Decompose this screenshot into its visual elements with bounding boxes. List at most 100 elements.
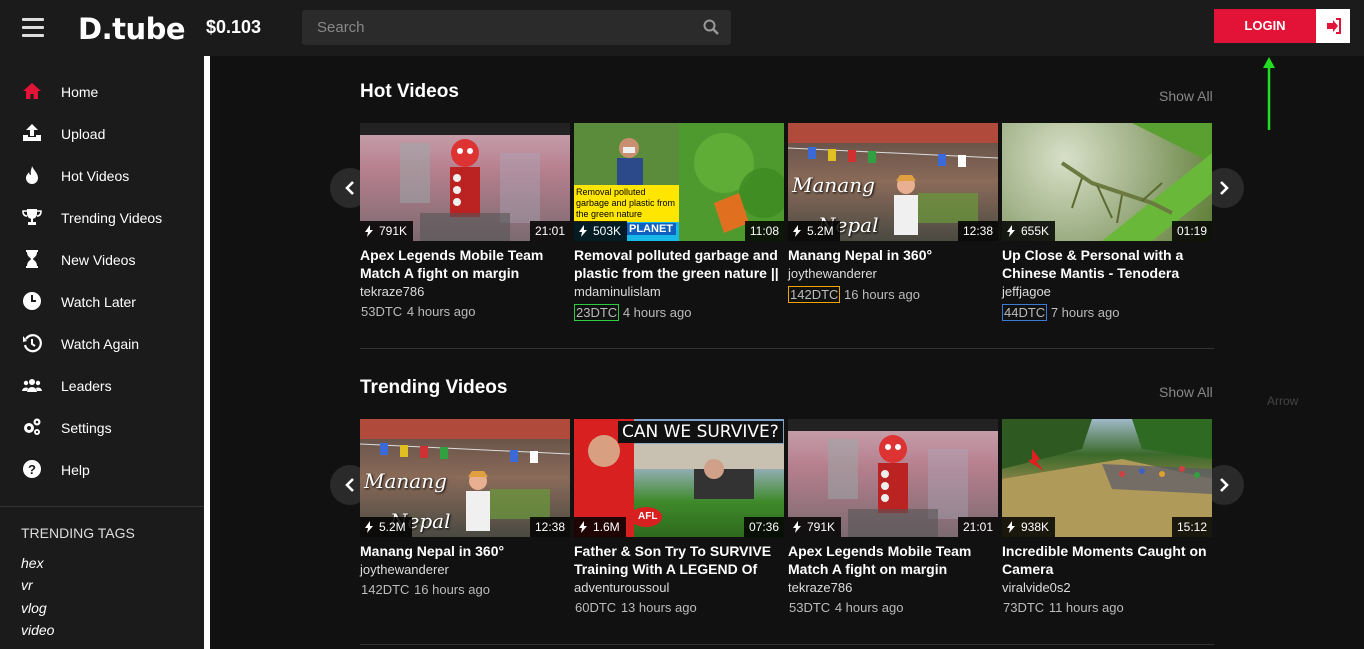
views-badge: 5.2M (788, 221, 840, 241)
video-title[interactable]: Removal polluted garbage and plastic fro… (574, 246, 784, 282)
fire-icon (26, 166, 38, 184)
section-divider (360, 348, 1214, 349)
video-thumbnail[interactable]: Manang Nepal 5.2M 12:38 (788, 123, 998, 241)
video-card[interactable]: 791K 21:01 Apex Legends Mobile Team Matc… (360, 123, 570, 319)
video-card[interactable]: 791K 21:01 Apex Legends Mobile Team Matc… (788, 419, 998, 615)
video-title[interactable]: Up Close & Personal with a Chinese Manti… (1002, 246, 1212, 282)
sidebar-item-help[interactable]: ? Help (0, 449, 204, 491)
thumbnail-caption: Manang (364, 469, 447, 493)
views-badge: 791K (360, 221, 414, 241)
annotation-arrow-icon (1263, 57, 1275, 130)
duration-badge: 15:12 (1171, 517, 1212, 537)
video-author[interactable]: joythewanderer (360, 562, 570, 580)
gears-icon (24, 418, 41, 435)
video-card[interactable]: Removal polluted garbage and plastic fro… (574, 123, 784, 321)
tag-link[interactable]: video (21, 622, 54, 638)
video-time: 4 hours ago (622, 305, 692, 320)
login-button[interactable]: LOGIN (1214, 9, 1316, 43)
section-title-trending-videos: Trending Videos (360, 377, 508, 398)
video-time: 16 hours ago (844, 287, 920, 302)
thumbnail-caption: PLANET (626, 223, 676, 235)
views-badge: 1.6M (574, 517, 626, 537)
video-author[interactable]: mdaminulislam (574, 284, 784, 302)
sidebar-item-settings[interactable]: Settings (0, 407, 204, 449)
search-icon[interactable] (703, 19, 719, 35)
video-author[interactable]: tekraze786 (788, 580, 998, 598)
video-title[interactable]: Incredible Moments Caught on Camera (1002, 542, 1212, 578)
video-meta: 60DTC 13 hours ago (574, 600, 784, 615)
video-card[interactable]: Manang Nepal 5.2M 12:38 Manang Nepal in … (788, 123, 998, 303)
section-divider (360, 644, 1214, 645)
video-card[interactable]: 655K 01:19 Up Close & Personal with a Ch… (1002, 123, 1212, 321)
dtc-value: 53DTC (361, 304, 403, 319)
sidebar-item-watch-again[interactable]: Watch Again (0, 323, 204, 365)
chevron-right-icon (1220, 181, 1229, 195)
video-title[interactable]: Manang Nepal in 360° (360, 542, 570, 560)
video-meta: 142DTC 16 hours ago (360, 582, 570, 597)
sidebar-item-home[interactable]: Home (0, 71, 204, 113)
show-all-trending-link[interactable]: Show All (1159, 384, 1213, 400)
video-time: 4 hours ago (834, 600, 904, 615)
video-author[interactable]: tekraze786 (360, 284, 570, 302)
thumbnail-caption: Removal polluted garbage and plastic fro… (574, 185, 679, 222)
bolt-icon (579, 225, 587, 237)
sidebar-scrollbar[interactable] (204, 56, 210, 649)
show-all-hot-link[interactable]: Show All (1159, 88, 1213, 104)
video-thumbnail[interactable]: CAN WE SURVIVE? AFL 1.6M 07:36 (574, 419, 784, 537)
bolt-icon (793, 225, 801, 237)
sidebar-item-watch-later[interactable]: Watch Later (0, 281, 204, 323)
sign-in-icon[interactable] (1316, 9, 1350, 43)
video-title[interactable]: Apex Legends Mobile Team Match A fight o… (360, 246, 570, 282)
video-thumbnail[interactable]: 655K 01:19 (1002, 123, 1212, 241)
video-title[interactable]: Father & Son Try To SURVIVE Training Wit… (574, 542, 784, 578)
tag-link[interactable]: vlog (21, 600, 47, 616)
bolt-icon (579, 521, 587, 533)
video-author[interactable]: jeffjagoe (1002, 284, 1212, 302)
duration-badge: 12:38 (529, 517, 570, 537)
video-title[interactable]: Apex Legends Mobile Team Match A fight o… (788, 542, 998, 578)
video-thumbnail[interactable]: 791K 21:01 (788, 419, 998, 537)
video-thumbnail[interactable]: Manang Nepal 5.2M 12:38 (360, 419, 570, 537)
video-author[interactable]: viralvide0s2 (1002, 580, 1212, 598)
svg-text:?: ? (28, 462, 36, 477)
video-meta: 44DTC 7 hours ago (1002, 304, 1212, 321)
video-title[interactable]: Manang Nepal in 360° (788, 246, 998, 264)
sidebar-item-new-videos[interactable]: New Videos (0, 239, 204, 281)
tag-link[interactable]: hex (21, 555, 44, 571)
sidebar-divider (0, 506, 204, 507)
sidebar-item-hot-videos[interactable]: Hot Videos (0, 155, 204, 197)
thumbnail-caption: CAN WE SURVIVE? (618, 421, 783, 443)
video-thumbnail[interactable]: 938K 15:12 (1002, 419, 1212, 537)
duration-badge: 21:01 (529, 221, 570, 241)
duration-badge: 12:38 (957, 221, 998, 241)
duration-badge: 21:01 (957, 517, 998, 537)
views-badge: 503K (574, 221, 628, 241)
video-thumbnail[interactable]: 791K 21:01 (360, 123, 570, 241)
question-icon: ? (23, 460, 41, 478)
chevron-right-icon (1220, 478, 1229, 492)
history-icon (23, 334, 42, 353)
dtc-value: 23DTC (574, 304, 620, 321)
video-card[interactable]: Manang Nepal 5.2M 12:38 Manang Nepal in … (360, 419, 570, 597)
video-time: 16 hours ago (414, 582, 490, 597)
sidebar-item-upload[interactable]: Upload (0, 113, 204, 155)
dtube-logo[interactable]: D.tube (78, 12, 186, 46)
menu-icon[interactable] (22, 18, 44, 38)
video-author[interactable]: adventuroussoul (574, 580, 784, 598)
views-badge: 5.2M (360, 517, 412, 537)
video-thumbnail[interactable]: Removal polluted garbage and plastic fro… (574, 123, 784, 241)
duration-badge: 01:19 (1171, 221, 1212, 241)
sidebar-item-trending-videos[interactable]: Trending Videos (0, 197, 204, 239)
video-card[interactable]: CAN WE SURVIVE? AFL 1.6M 07:36 Father & … (574, 419, 784, 615)
duration-badge: 07:36 (743, 517, 784, 537)
video-author[interactable]: joythewanderer (788, 266, 998, 284)
tag-link[interactable]: vr (21, 577, 33, 593)
sidebar-item-leaders[interactable]: Leaders (0, 365, 204, 407)
dtc-value: 142DTC (361, 582, 410, 597)
search-input[interactable] (302, 10, 692, 45)
video-card[interactable]: 938K 15:12 Incredible Moments Caught on … (1002, 419, 1212, 615)
sidebar: Home Upload Hot Videos Trending Videos N… (0, 56, 204, 649)
token-price: $0.103 (206, 17, 262, 37)
video-time: 13 hours ago (620, 600, 697, 615)
dtc-value: 73DTC (1003, 600, 1045, 615)
